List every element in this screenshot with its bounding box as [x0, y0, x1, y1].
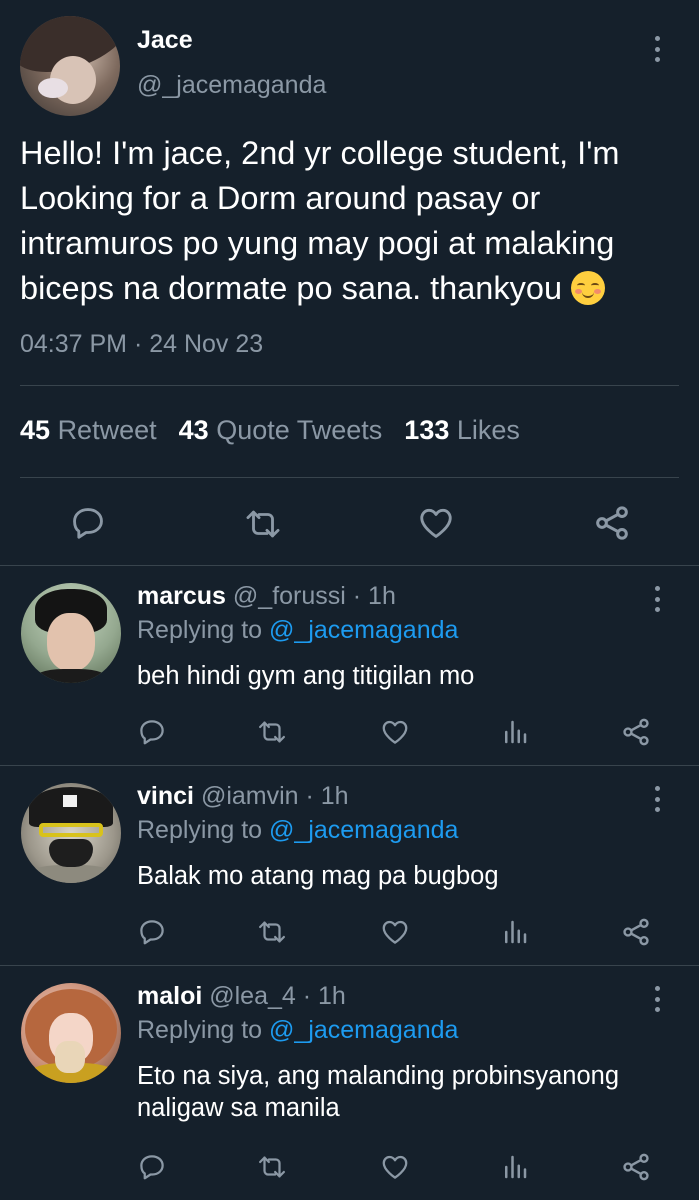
reply-header: vinci @iamvin · 1h	[137, 782, 349, 811]
more-options-icon[interactable]	[653, 36, 661, 62]
divider	[0, 765, 699, 766]
analytics-icon[interactable]	[500, 1152, 530, 1182]
reply-tweet[interactable]: vinci @iamvin · 1h Replying to @_jacemag…	[0, 767, 699, 965]
retweet-icon[interactable]	[256, 1152, 288, 1182]
share-icon[interactable]	[620, 716, 652, 748]
reply-tweet[interactable]: maloi @lea_4 · 1h Replying to @_jacemaga…	[0, 967, 699, 1200]
reply-text: Eto na siya, ang malanding probinsyanong…	[137, 1062, 619, 1122]
replying-to: Replying to @_jacemaganda	[137, 816, 459, 844]
divider	[0, 965, 699, 966]
avatar[interactable]	[20, 16, 120, 116]
replying-to: Replying to @_jacemaganda	[137, 616, 459, 644]
reply-header: marcus @_forussi · 1h	[137, 582, 396, 611]
more-options-icon[interactable]	[653, 986, 661, 1012]
quote-stat[interactable]: 43 Quote Tweets	[179, 415, 383, 445]
share-icon[interactable]	[592, 503, 632, 543]
mention-link[interactable]: @_jacemaganda	[269, 616, 458, 644]
mention-link[interactable]: @_jacemaganda	[269, 1016, 458, 1044]
author-handle[interactable]: @_jacemaganda	[137, 71, 326, 100]
analytics-icon[interactable]	[500, 717, 530, 747]
divider	[0, 565, 699, 566]
reply-action-bar	[0, 1150, 699, 1190]
likes-stat[interactable]: 133 Likes	[404, 415, 520, 445]
share-icon[interactable]	[620, 916, 652, 948]
tweet-detail-page: Jace @_jacemaganda Hello! I'm jace, 2nd …	[0, 0, 699, 1200]
reply-tweet[interactable]: marcus @_forussi · 1h Replying to @_jace…	[0, 567, 699, 765]
retweet-stat[interactable]: 45 Retweet	[20, 415, 157, 445]
smiling-face-with-blush-emoji	[571, 271, 606, 305]
reply-meta: @lea_4 · 1h	[209, 982, 346, 1010]
tweet-action-bar	[0, 495, 699, 551]
reply-icon[interactable]	[69, 504, 107, 542]
reply-icon[interactable]	[137, 1152, 167, 1182]
reply-meta: @iamvin · 1h	[200, 782, 349, 810]
divider	[20, 385, 679, 386]
reply-author-name[interactable]: maloi	[137, 982, 202, 1010]
mention-link[interactable]: @_jacemaganda	[269, 816, 458, 844]
author-name[interactable]: Jace	[137, 26, 193, 55]
tweet-timestamp[interactable]: 04:37 PM · 24 Nov 23	[20, 330, 263, 359]
divider	[20, 477, 679, 478]
avatar[interactable]	[21, 783, 121, 883]
tweet-text-body: Hello! I'm jace, 2nd yr college student,…	[20, 135, 620, 306]
avatar[interactable]	[21, 983, 121, 1083]
like-icon[interactable]	[416, 504, 456, 542]
replying-to: Replying to @_jacemaganda	[137, 1016, 459, 1044]
reply-icon[interactable]	[137, 717, 167, 747]
reply-icon[interactable]	[137, 917, 167, 947]
retweet-icon[interactable]	[256, 917, 288, 947]
more-options-icon[interactable]	[653, 586, 661, 612]
reply-action-bar	[0, 715, 699, 755]
share-icon[interactable]	[620, 1151, 652, 1183]
reply-header: maloi @lea_4 · 1h	[137, 982, 346, 1011]
more-options-icon[interactable]	[653, 786, 661, 812]
retweet-icon[interactable]	[256, 717, 288, 747]
tweet-stats: 45 Retweet 43 Quote Tweets 133 Likes	[20, 415, 520, 446]
like-icon[interactable]	[379, 917, 411, 947]
main-tweet: Jace @_jacemaganda Hello! I'm jace, 2nd …	[0, 0, 699, 565]
reply-action-bar	[0, 915, 699, 955]
avatar[interactable]	[21, 583, 121, 683]
reply-text: beh hindi gym ang titigilan mo	[137, 662, 475, 690]
analytics-icon[interactable]	[500, 917, 530, 947]
reply-meta: @_forussi · 1h	[232, 582, 396, 610]
like-icon[interactable]	[379, 717, 411, 747]
reply-text: Balak mo atang mag pa bugbog	[137, 862, 499, 890]
retweet-icon[interactable]	[243, 505, 283, 543]
like-icon[interactable]	[379, 1152, 411, 1182]
tweet-text: Hello! I'm jace, 2nd yr college student,…	[20, 131, 690, 311]
reply-author-name[interactable]: marcus	[137, 582, 226, 610]
reply-author-name[interactable]: vinci	[137, 782, 194, 810]
